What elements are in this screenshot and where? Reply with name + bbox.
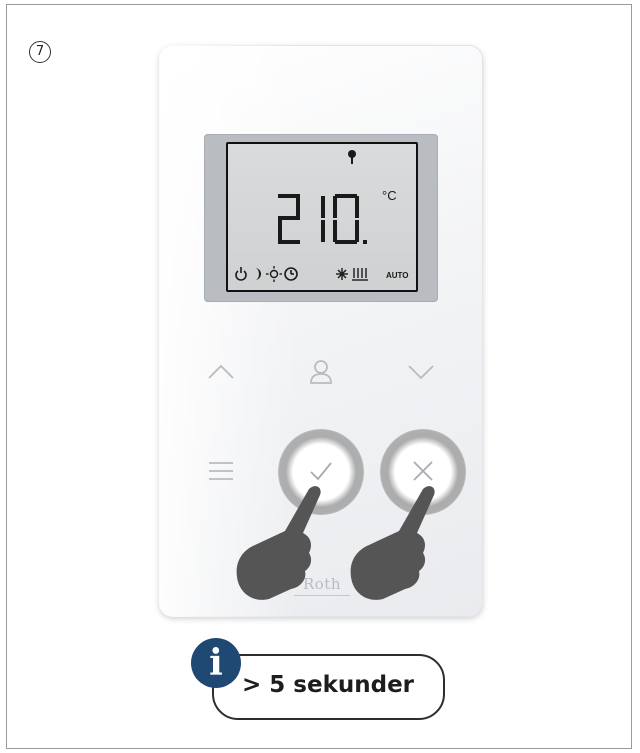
user-icon	[310, 360, 332, 384]
chevron-down-icon	[408, 365, 434, 380]
duration-note: > 5 sekunder	[212, 654, 445, 720]
up-button[interactable]	[193, 344, 249, 400]
timer-icon	[284, 267, 298, 281]
standby-icon	[235, 267, 247, 281]
duration-note-text: > 5 sekunder	[242, 672, 415, 698]
check-icon	[310, 462, 332, 481]
temperature-digits	[278, 194, 367, 244]
pointing-hand-right-icon	[350, 486, 435, 600]
night-icon	[255, 268, 261, 280]
antenna-icon	[348, 150, 356, 164]
temperature-unit: °C	[382, 188, 397, 203]
auto-mode-label: AUTO	[386, 271, 409, 280]
user-button[interactable]	[293, 344, 349, 400]
instruction-panel: 7 °C AUTO Roth > 5 sekunder i	[6, 4, 632, 749]
lcd-bezel: °C AUTO	[204, 134, 438, 302]
chevron-up-icon	[208, 364, 234, 379]
lcd-display: °C AUTO	[226, 142, 418, 292]
pointing-hand-left-icon	[236, 486, 321, 600]
down-button[interactable]	[393, 344, 449, 400]
heating-icon	[352, 268, 368, 281]
day-icon	[266, 266, 282, 282]
info-icon: i	[191, 638, 241, 688]
close-icon	[413, 461, 433, 481]
menu-icon	[209, 462, 233, 480]
cooling-icon	[336, 268, 348, 280]
step-number-badge: 7	[29, 41, 51, 63]
